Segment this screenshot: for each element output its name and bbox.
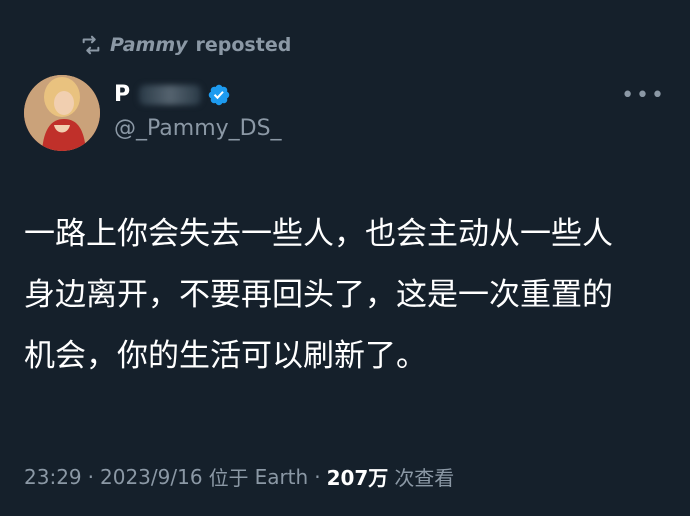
tweet-date[interactable]: 2023/9/16 [100,465,203,489]
more-icon[interactable]: ••• [621,85,666,107]
repost-user: Pammy [110,34,188,56]
repost-icon [82,35,100,55]
tweet-meta: 23:29 · 2023/9/16 位于 Earth · 207万 次查看 [24,462,454,491]
author-handle[interactable]: @_Pammy_DS_ [114,116,282,141]
meta-separator: · [87,464,94,489]
tweet-time[interactable]: 23:29 [24,465,82,489]
view-count[interactable]: 207万 [327,462,389,491]
repost-indicator[interactable]: Pammy reposted [80,34,291,56]
tweet-text: 一路上你会失去一些人，也会主动从一些人 身边离开，不要再回头了，这是一次重置的 … [24,216,613,374]
author-name-row[interactable]: P [114,82,231,107]
view-count-label: 次查看 [394,466,455,490]
meta-separator: · [314,464,321,489]
blurred-name-redaction [138,84,201,105]
verified-badge-icon [208,84,229,105]
location-prefix: 位于 [208,466,249,490]
avatar[interactable] [24,75,100,151]
avatar-photo [24,75,100,151]
repost-label: reposted [195,34,292,56]
tweet-location: Earth [254,464,309,489]
author-display-name[interactable]: P [114,82,131,107]
